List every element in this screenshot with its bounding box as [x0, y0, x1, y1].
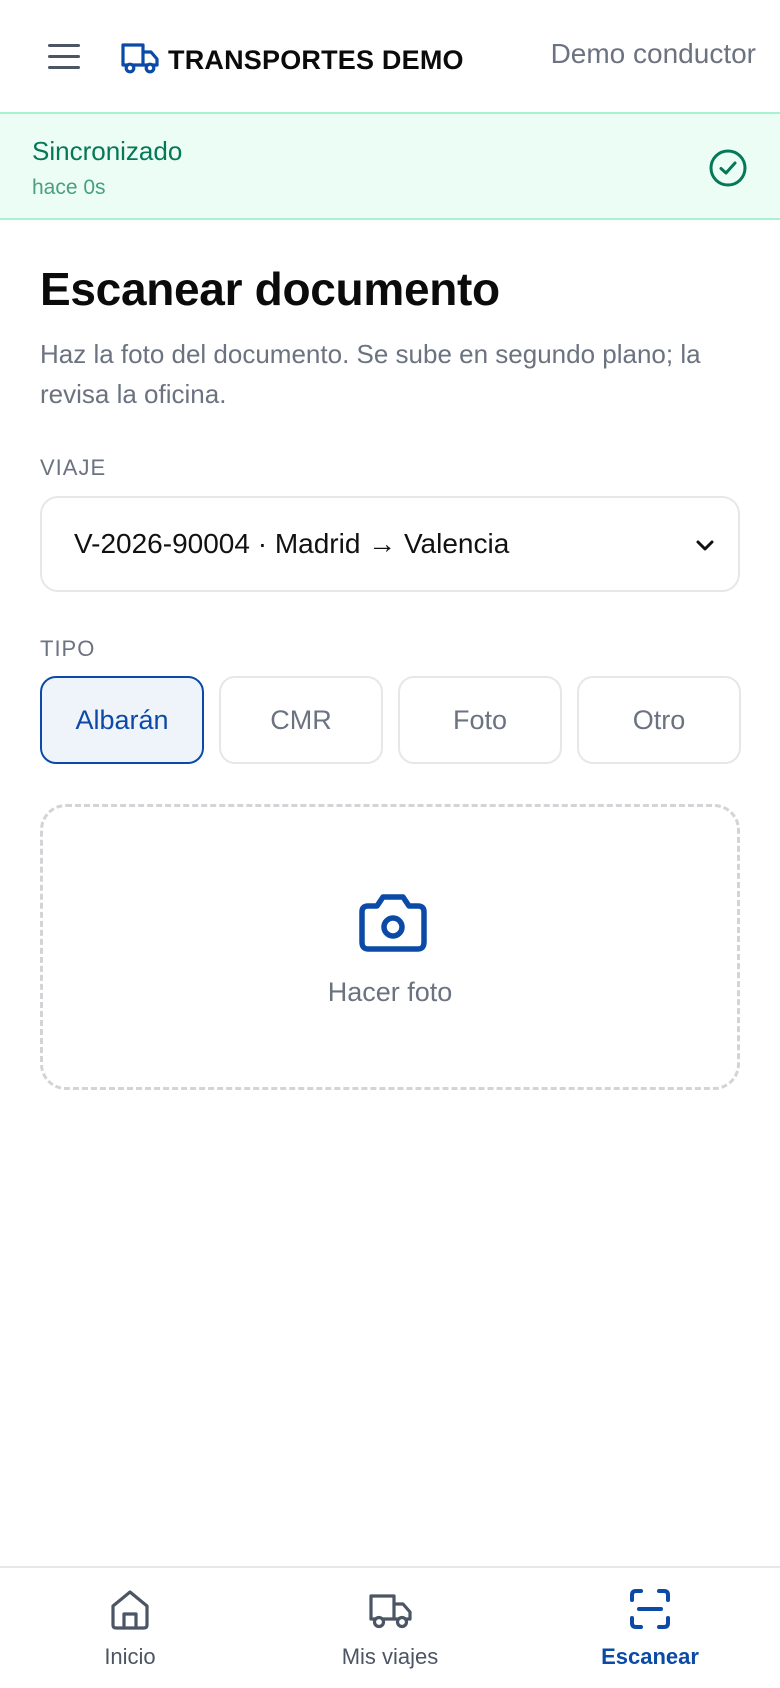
- sync-timestamp: hace 0s: [32, 176, 106, 199]
- trip-label: VIAJE: [40, 455, 107, 480]
- truck-icon: [369, 1594, 412, 1629]
- nav-item-mis-viajes[interactable]: Mis viajes: [260, 1568, 520, 1688]
- scan-icon: [630, 1589, 670, 1629]
- nav-label-inicio: Inicio: [104, 1644, 156, 1669]
- type-otro-button[interactable]: Otro: [577, 676, 741, 764]
- app-header: TRANSPORTES DEMO Demo conductor: [0, 0, 780, 112]
- menu-button[interactable]: [40, 36, 88, 76]
- trip-select-value: V-2026-90004 · Madrid → Valencia: [74, 528, 510, 559]
- type-foto-button[interactable]: Foto: [398, 676, 562, 764]
- type-cmr-button[interactable]: CMR: [219, 676, 383, 764]
- type-albaran-button[interactable]: Albarán: [40, 676, 204, 764]
- brand-logo[interactable]: TRANSPORTES DEMO: [120, 38, 464, 78]
- brand-name: TRANSPORTES DEMO: [168, 44, 464, 75]
- page-subtitle: Haz la foto del documento. Se sube en se…: [40, 339, 701, 409]
- nav-item-inicio[interactable]: Inicio: [0, 1568, 260, 1688]
- menu-icon-line: [48, 65, 80, 69]
- nav-item-escanear[interactable]: Escanear: [520, 1568, 780, 1688]
- user-name[interactable]: Demo conductor: [551, 38, 756, 70]
- camera-icon: [359, 894, 427, 952]
- bottom-nav: Inicio Mis viajes Escanear: [0, 1566, 780, 1688]
- chevron-down-icon: [696, 540, 714, 551]
- page-title: Escanear documento: [40, 263, 500, 315]
- scan-page: TRANSPORTES DEMO Demo conductor Sincroni…: [0, 0, 780, 1688]
- menu-icon-line: [48, 43, 80, 47]
- nav-label-escanear: Escanear: [601, 1644, 699, 1669]
- check-circle-icon: [709, 149, 747, 187]
- type-label: TIPO: [40, 636, 96, 661]
- take-photo-button[interactable]: Hacer foto: [40, 804, 740, 1090]
- trip-select[interactable]: V-2026-90004 · Madrid → Valencia: [40, 496, 740, 592]
- truck-icon: [121, 43, 159, 74]
- take-photo-label: Hacer foto: [327, 977, 453, 1007]
- nav-label-mis-viajes: Mis viajes: [341, 1644, 439, 1669]
- sync-banner: Sincronizado hace 0s: [0, 112, 780, 220]
- menu-icon-line: [48, 54, 80, 58]
- type-selector: Albarán CMR Foto Otro: [40, 676, 741, 764]
- sync-status: Sincronizado: [32, 136, 183, 166]
- home-icon: [111, 1590, 149, 1630]
